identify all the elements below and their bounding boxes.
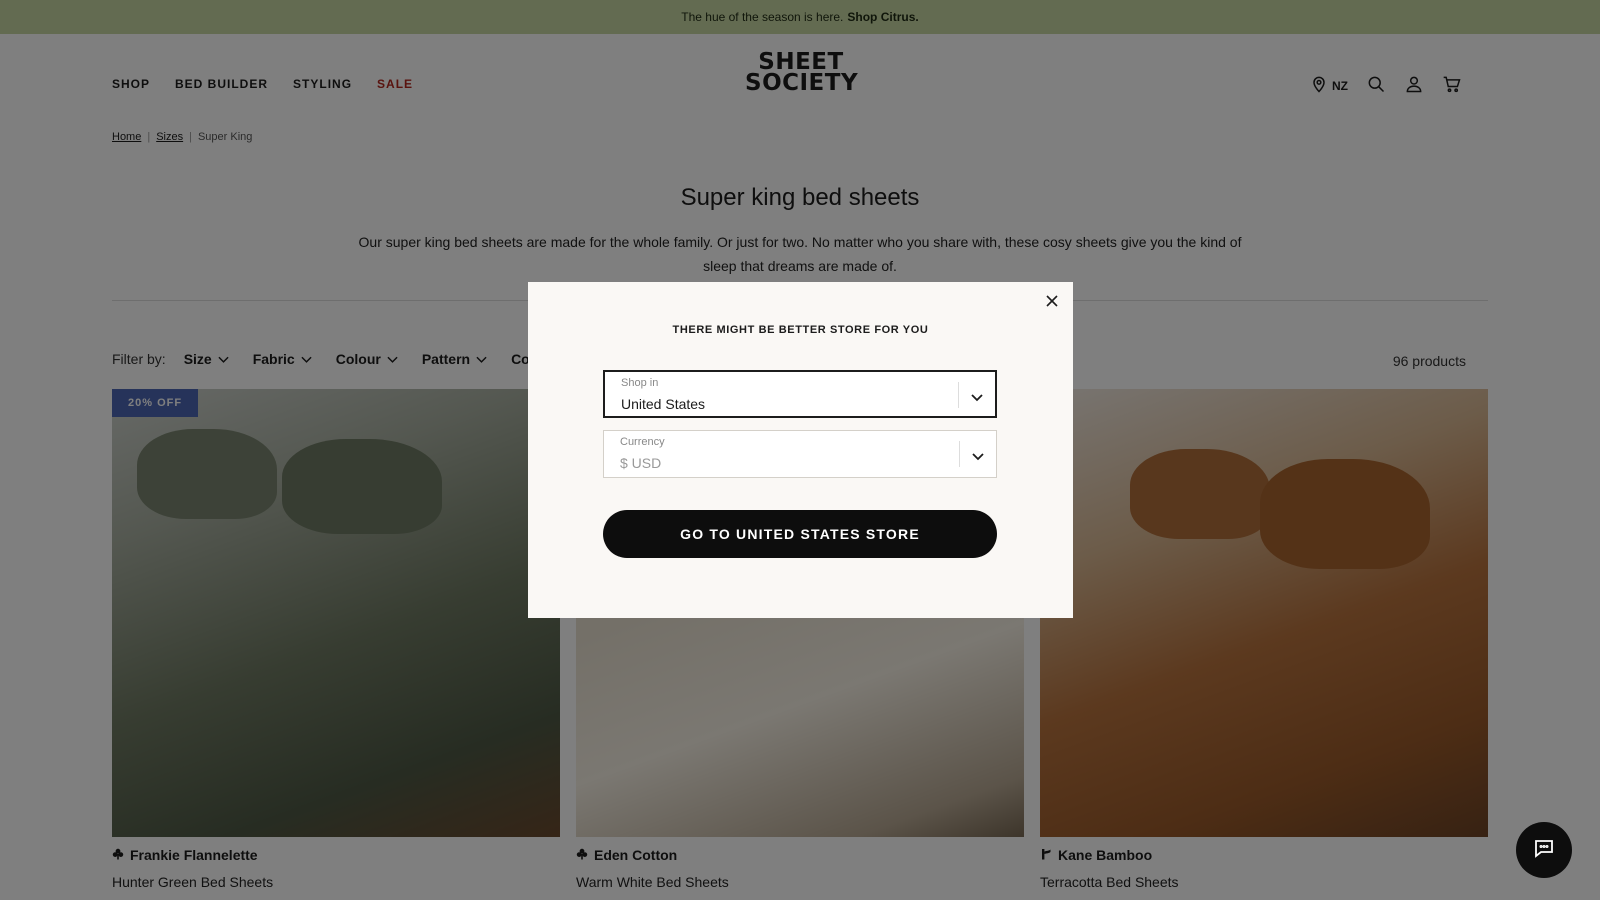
chevron-down-icon bbox=[972, 448, 984, 461]
chat-icon bbox=[1532, 836, 1556, 865]
select-divider bbox=[959, 441, 960, 467]
store-selector-modal: THERE MIGHT BE BETTER STORE FOR YOU Shop… bbox=[528, 282, 1073, 618]
modal-title: THERE MIGHT BE BETTER STORE FOR YOU bbox=[672, 324, 929, 336]
currency-select[interactable]: Currency $ USD bbox=[603, 430, 997, 478]
shop-in-value: United States bbox=[621, 396, 706, 412]
shop-in-label: Shop in bbox=[621, 377, 659, 389]
chevron-down-icon bbox=[971, 389, 983, 402]
currency-value: $ USD bbox=[620, 455, 662, 471]
shop-in-select[interactable]: Shop in United States bbox=[603, 370, 997, 418]
go-to-store-button[interactable]: GO TO UNITED STATES STORE bbox=[603, 510, 997, 558]
currency-label: Currency bbox=[620, 436, 665, 448]
select-divider bbox=[958, 382, 959, 408]
chat-button[interactable] bbox=[1516, 822, 1572, 878]
close-button[interactable] bbox=[1041, 292, 1063, 314]
close-icon bbox=[1046, 294, 1058, 312]
